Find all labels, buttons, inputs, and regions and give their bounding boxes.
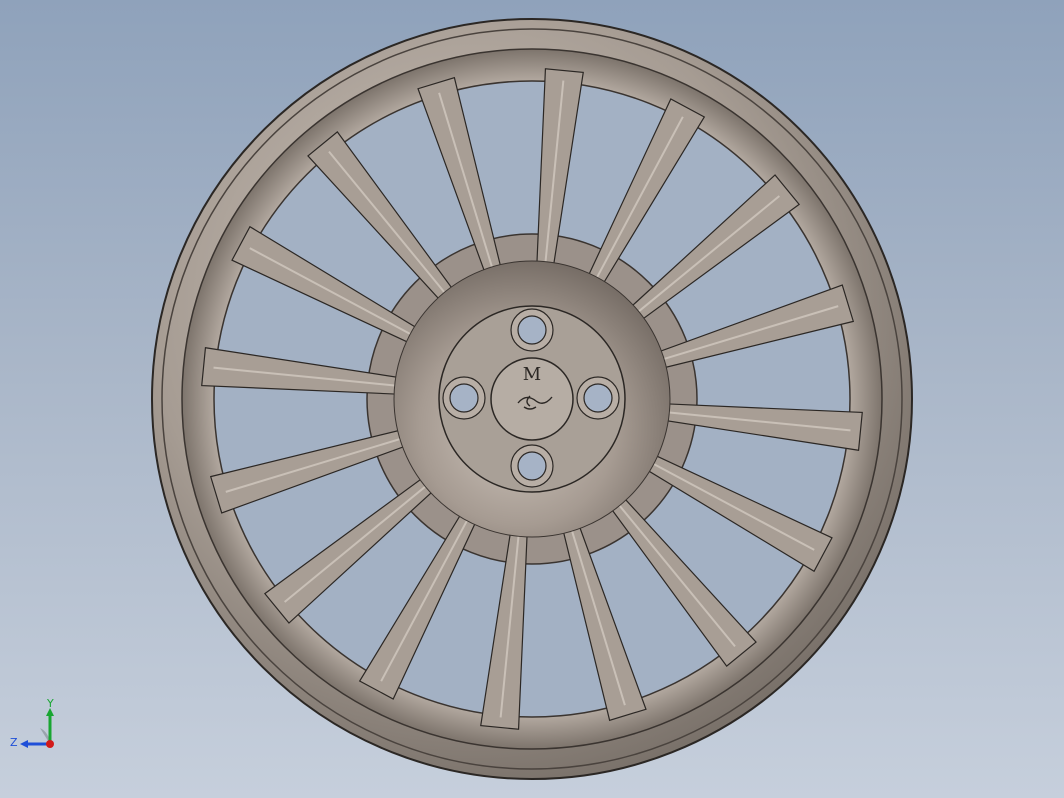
lug-hole-left[interactable] — [442, 376, 486, 420]
orientation-triad: Y Z — [10, 698, 54, 749]
wheel-model[interactable]: M — [151, 18, 913, 780]
graphics-viewport[interactable]: M — [0, 0, 1064, 798]
lug-hole-top[interactable] — [510, 308, 554, 352]
lug-hole-bottom[interactable] — [510, 444, 554, 488]
z-axis-arrowhead — [20, 740, 28, 748]
x-axis-dot — [46, 740, 54, 748]
center-cap-logo-letter: M — [523, 364, 541, 385]
z-axis-label: Z — [10, 736, 18, 749]
y-axis-label: Y — [46, 698, 54, 710]
lug-hole-right[interactable] — [576, 376, 620, 420]
